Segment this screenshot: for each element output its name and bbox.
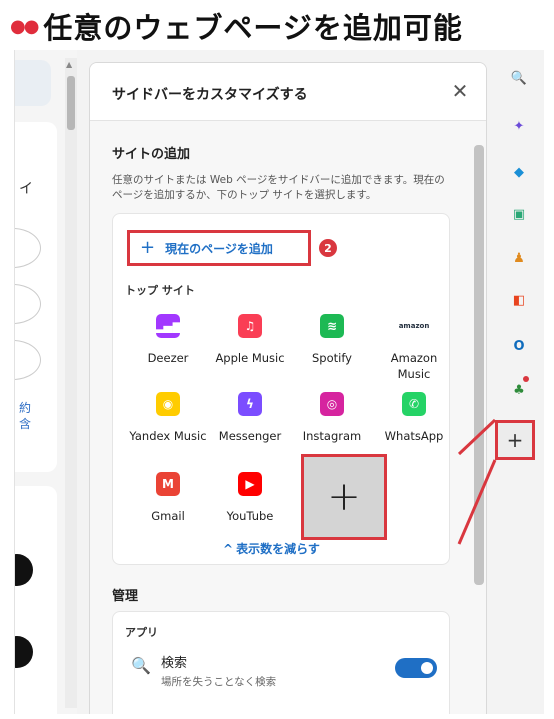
top-site-name: Messenger	[218, 429, 282, 443]
top-sites-label: トップ サイト	[125, 284, 195, 297]
deezer-icon: ▂▄▆	[154, 314, 182, 338]
top-site-spotify[interactable]: ≋ Spotify	[291, 314, 373, 366]
close-button[interactable]: ✕	[446, 77, 474, 105]
messenger-icon: ϟ	[238, 392, 262, 416]
headline: ●● 任意のウェブページを追加可能	[10, 6, 463, 46]
headline-text: 任意のウェブページを追加可能	[43, 11, 463, 45]
add-to-sidebar-button[interactable]: +	[495, 420, 535, 460]
gmail-icon: M	[156, 472, 180, 496]
tools-briefcase-icon[interactable]: ▣	[509, 204, 529, 224]
toggle-knob	[421, 662, 433, 674]
top-site-yandex-music[interactable]: ◉ Yandex Music	[127, 392, 209, 444]
background-link[interactable]: 約	[19, 400, 31, 416]
top-site-gmail[interactable]: M Gmail	[127, 472, 209, 524]
add-site-title: サイトの追加	[112, 147, 191, 162]
chevron-up-icon: ^	[223, 542, 234, 556]
top-site-name: Gmail	[151, 509, 185, 523]
step-badge-2: 2	[319, 239, 337, 257]
browser-frame: イ 約 含 ▲ サイドバーをカスタマイズする ✕ サイトの追加 任意のサイトまた…	[14, 50, 544, 714]
top-site-youtube[interactable]: ▶ YouTube	[209, 472, 291, 524]
tree-icon[interactable]: ♣	[509, 380, 529, 400]
top-site-amazon-music[interactable]: amazon Amazon Music	[373, 314, 455, 382]
panel-scrollbar-thumb[interactable]	[474, 145, 484, 585]
background-card	[15, 60, 51, 106]
edge-sidebar: 🔍 ✦ ◆ ▣ ♟ ◧ O ♣ +	[491, 50, 544, 714]
search-item-title: 検索	[161, 656, 188, 671]
add-site-card: + 現在のページを追加 2 トップ サイト ▂▄▆ Deezer ♫ Apple Mu…	[112, 213, 450, 565]
background-link[interactable]: 含	[19, 416, 31, 432]
top-site-name: WhatsApp	[384, 429, 444, 443]
apps-card: アプリ 🔍 検索 場所を失うことなく検索	[112, 611, 450, 714]
add-current-page-label: 現在のページを追加	[165, 241, 273, 256]
top-site-deezer[interactable]: ▂▄▆ Deezer	[127, 314, 209, 366]
show-less-label: 表示数を減らす	[236, 542, 320, 556]
top-site-name: Instagram	[302, 429, 362, 443]
top-site-apple-music[interactable]: ♫ Apple Music	[209, 314, 291, 366]
top-site-name: Apple Music	[215, 351, 285, 365]
notification-dot	[523, 376, 529, 382]
add-current-page-button[interactable]: + 現在のページを追加	[127, 230, 311, 266]
background-char: イ	[19, 181, 33, 197]
page-scrollbar[interactable]: ▲	[65, 58, 77, 708]
apple-music-icon: ♫	[238, 314, 262, 338]
top-site-name: Deezer	[147, 351, 189, 365]
zoomed-add-button[interactable]: +	[301, 454, 387, 540]
add-site-description: 任意のサイトまたは Web ページをサイドバーに追加できます。現在のページを追加…	[112, 174, 445, 201]
panel-title: サイドバーをカスタマイズする	[112, 87, 308, 103]
youtube-icon: ▶	[238, 472, 262, 496]
manage-title: 管理	[112, 589, 139, 604]
customize-sidebar-panel: サイドバーをカスタマイズする ✕ サイトの追加 任意のサイトまたは Web ペー…	[89, 62, 487, 714]
show-less-button[interactable]: ^ 表示数を減らす	[223, 540, 320, 557]
yandex-music-icon: ◉	[156, 392, 180, 416]
search-toggle[interactable]	[395, 658, 437, 678]
headline-dots: ●●	[10, 15, 39, 37]
games-icon[interactable]: ♟	[509, 248, 529, 268]
office-icon[interactable]: ◧	[509, 290, 529, 310]
search-icon[interactable]: 🔍	[509, 68, 529, 88]
top-site-instagram[interactable]: ◎ Instagram	[291, 392, 373, 444]
amazon-music-icon: amazon	[398, 322, 430, 330]
top-site-name: YouTube	[226, 509, 274, 523]
whatsapp-icon: ✆	[402, 392, 426, 416]
shopping-tag-icon[interactable]: ◆	[509, 162, 529, 182]
top-site-whatsapp[interactable]: ✆ WhatsApp	[373, 392, 455, 444]
top-site-name: Spotify	[312, 351, 352, 365]
copilot-sparkle-icon[interactable]: ✦	[509, 116, 529, 136]
outlook-icon[interactable]: O	[509, 336, 529, 356]
top-site-name: Amazon Music	[390, 351, 438, 381]
apps-label: アプリ	[125, 626, 158, 639]
search-item-subtitle: 場所を失うことなく検索	[161, 676, 277, 688]
background-panel	[15, 486, 57, 714]
close-icon: ✕	[451, 79, 469, 103]
panel-header: サイドバーをカスタマイズする ✕	[90, 63, 486, 121]
scroll-up-arrow-icon[interactable]: ▲	[66, 60, 72, 69]
spotify-icon: ≋	[320, 314, 344, 338]
page-scrollbar-thumb[interactable]	[67, 76, 75, 130]
top-site-messenger[interactable]: ϟ Messenger	[209, 392, 291, 444]
top-site-name: Yandex Music	[129, 429, 207, 443]
plus-icon: +	[140, 237, 156, 258]
search-icon: 🔍	[131, 656, 151, 675]
instagram-icon: ◎	[320, 392, 344, 416]
